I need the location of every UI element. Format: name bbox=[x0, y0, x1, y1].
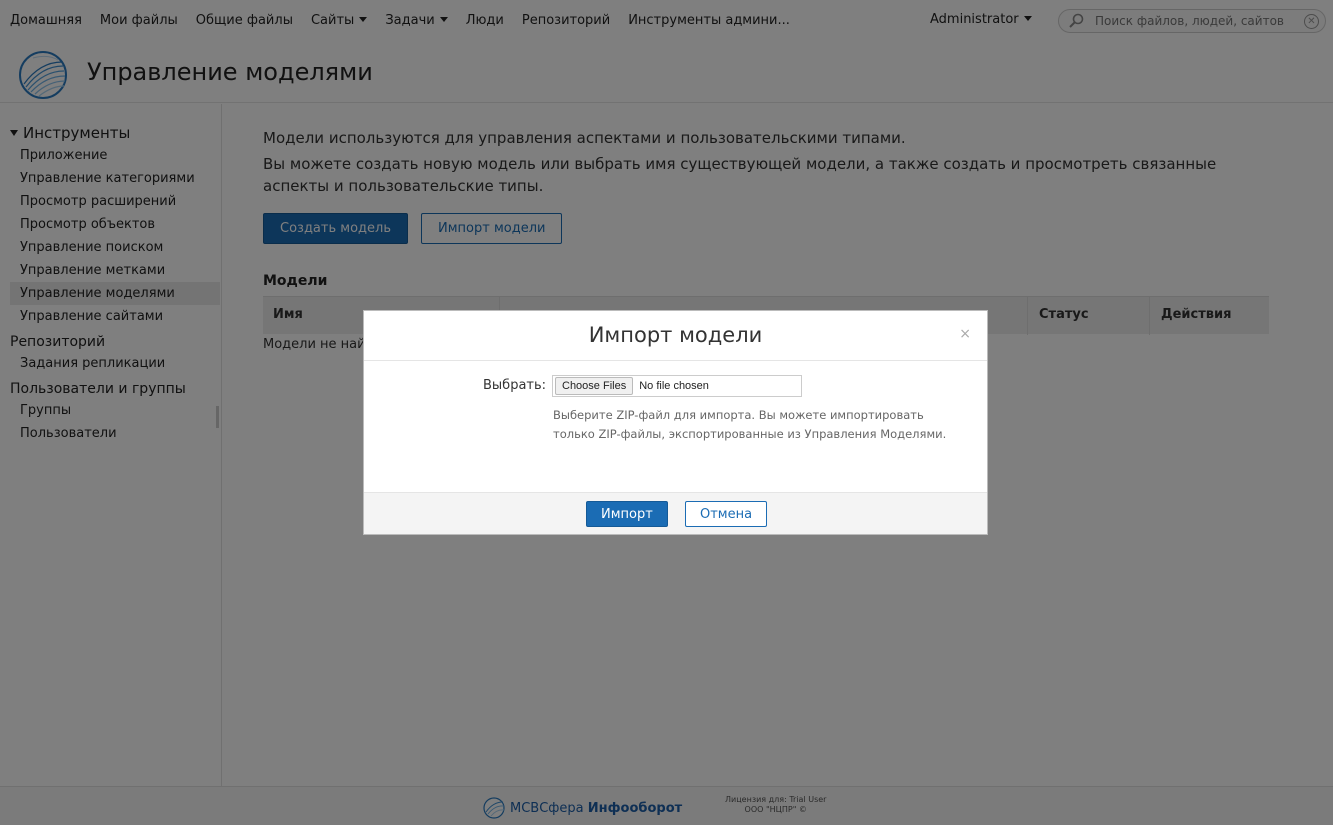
dialog-title: Импорт модели bbox=[588, 323, 763, 347]
cancel-button[interactable]: Отмена bbox=[685, 501, 768, 527]
file-input[interactable]: Choose Files No file chosen bbox=[552, 375, 802, 397]
dialog-header: Импорт модели × bbox=[364, 311, 987, 361]
file-status-text: No file chosen bbox=[639, 380, 709, 392]
close-icon[interactable]: × bbox=[959, 326, 971, 342]
choose-files-button[interactable]: Choose Files bbox=[555, 377, 634, 395]
import-button[interactable]: Импорт bbox=[586, 501, 668, 527]
import-help-text: Выберите ZIP-файл для импорта. Вы можете… bbox=[553, 408, 947, 441]
import-model-dialog: Импорт модели × Выбрать: Choose Files No… bbox=[363, 310, 988, 535]
dialog-footer: Импорт Отмена bbox=[364, 492, 987, 534]
file-field-label: Выбрать: bbox=[483, 378, 547, 393]
